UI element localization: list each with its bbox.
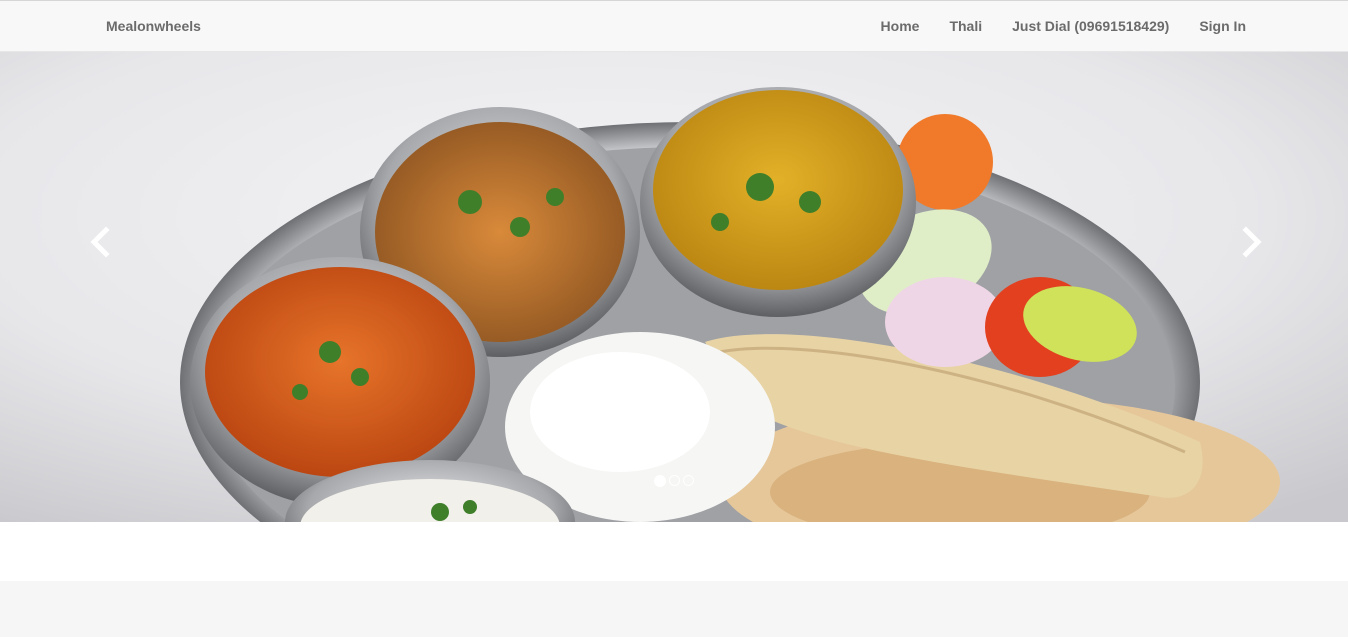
nav-home[interactable]: Home [881, 18, 920, 34]
brand-logo[interactable]: Mealonwheels [106, 18, 201, 34]
footer-band [0, 581, 1348, 637]
nav-links: Home Thali Just Dial (09691518429) Sign … [881, 18, 1246, 34]
nav-just-dial[interactable]: Just Dial (09691518429) [1012, 18, 1169, 34]
hero-carousel [0, 52, 1348, 522]
carousel-indicator-3[interactable] [683, 475, 694, 486]
chevron-left-icon [90, 226, 110, 258]
nav-thali[interactable]: Thali [949, 18, 982, 34]
carousel-indicator-1[interactable] [654, 474, 666, 487]
carousel-indicator-2[interactable] [669, 475, 680, 486]
thali-meal-photo [0, 52, 1348, 522]
carousel-next-button[interactable] [1232, 222, 1272, 262]
carousel-prev-button[interactable] [80, 222, 120, 262]
carousel-indicators [654, 474, 694, 487]
navbar: Mealonwheels Home Thali Just Dial (09691… [0, 0, 1348, 52]
nav-sign-in[interactable]: Sign In [1199, 18, 1246, 34]
chevron-right-icon [1242, 226, 1262, 258]
